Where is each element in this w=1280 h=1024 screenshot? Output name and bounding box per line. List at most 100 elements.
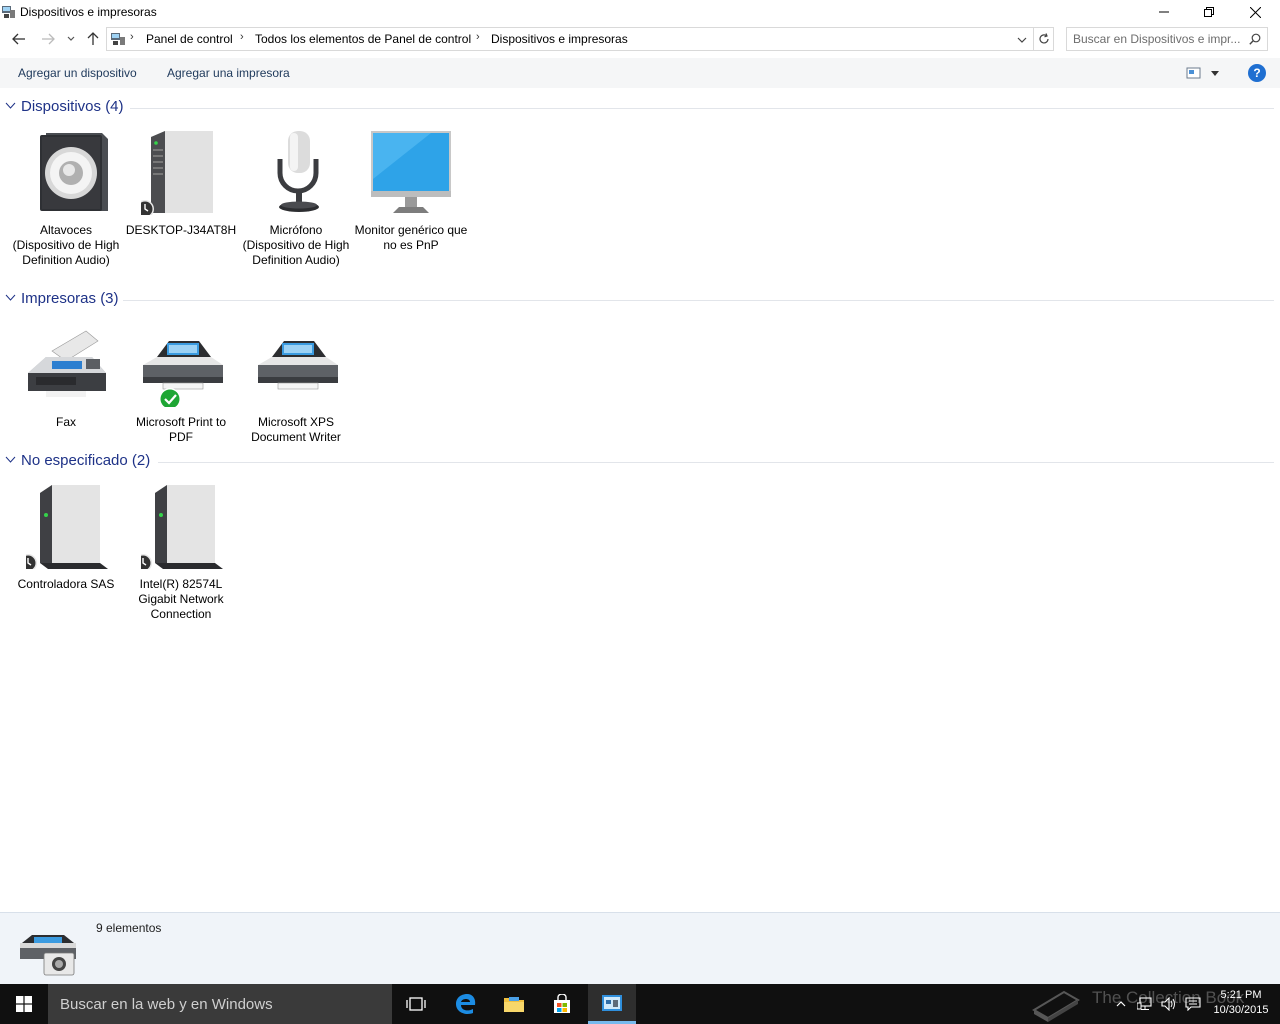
clock-time: 5:21 PM bbox=[1220, 989, 1262, 1001]
forward-button[interactable] bbox=[37, 28, 59, 50]
device-label: Monitor genérico que no es PnP bbox=[354, 223, 468, 252]
search-input[interactable] bbox=[1073, 31, 1243, 47]
notifications-icon bbox=[1185, 997, 1201, 1011]
control-panel-icon bbox=[602, 994, 622, 1011]
breadcrumb-separator[interactable]: › bbox=[130, 31, 134, 43]
add-printer-button[interactable]: Agregar una impresora bbox=[167, 66, 290, 80]
control-panel-location-icon bbox=[111, 33, 125, 45]
device-box-icon bbox=[26, 485, 108, 569]
group-title-impresoras: Impresoras (3) bbox=[21, 290, 119, 307]
fax-icon bbox=[28, 330, 106, 397]
task-view-icon bbox=[406, 997, 426, 1011]
taskbar-store-button[interactable] bbox=[538, 984, 586, 1024]
show-hidden-icons-button[interactable] bbox=[1112, 984, 1130, 1024]
breadcrumb-todos-los-elementos[interactable]: Todos los elementos de Panel de control bbox=[255, 32, 471, 46]
printer-label: Fax bbox=[55, 415, 76, 429]
device-label: DESKTOP-J34AT8H bbox=[125, 223, 237, 237]
close-icon bbox=[1249, 6, 1261, 18]
back-button[interactable] bbox=[8, 28, 30, 50]
refresh-button[interactable] bbox=[1034, 27, 1054, 51]
group-header-impresoras[interactable]: Impresoras (3) bbox=[0, 290, 1274, 310]
breadcrumb-separator[interactable]: › bbox=[240, 31, 244, 43]
network-tray-button[interactable] bbox=[1134, 984, 1156, 1024]
group-header-dispositivos[interactable]: Dispositivos (4) bbox=[0, 98, 1274, 118]
taskbar-search-box[interactable]: Buscar en la web y en Windows bbox=[48, 984, 392, 1024]
microphone-icon bbox=[277, 131, 319, 212]
navigation-bar: › Panel de control › Todos los elementos… bbox=[0, 26, 1280, 52]
details-pane: 9 elementos bbox=[0, 912, 1280, 984]
forward-arrow-icon bbox=[42, 33, 55, 45]
device-item-controladora-sas[interactable]: Controladora SAS bbox=[9, 483, 123, 595]
taskbar-clock[interactable]: 5:21 PM 10/30/2015 bbox=[1206, 988, 1276, 1018]
start-button[interactable] bbox=[0, 984, 48, 1024]
computer-tower-icon bbox=[141, 131, 213, 215]
network-icon bbox=[1137, 997, 1152, 1010]
printer-label: Microsoft XPS Document Writer bbox=[251, 415, 341, 444]
search-box[interactable] bbox=[1066, 27, 1268, 51]
speaker-icon bbox=[40, 133, 108, 211]
printer-item-xps-writer[interactable]: Microsoft XPS Document Writer bbox=[239, 321, 353, 447]
device-item-monitor[interactable]: Monitor genérico que no es PnP bbox=[354, 129, 468, 285]
chevron-down-icon bbox=[1211, 71, 1219, 76]
printer-item-print-to-pdf[interactable]: Microsoft Print to PDF bbox=[124, 321, 238, 447]
group-title-no-especificado: No especificado (2) bbox=[21, 452, 151, 469]
address-bar[interactable]: › Panel de control › Todos los elementos… bbox=[106, 27, 1034, 51]
minimize-button[interactable] bbox=[1141, 0, 1187, 24]
device-label: Micrófono (Dispositivo de High Definitio… bbox=[242, 223, 350, 267]
restore-icon bbox=[1204, 7, 1214, 17]
back-arrow-icon bbox=[12, 33, 25, 45]
device-box-icon bbox=[141, 485, 223, 569]
breadcrumb-panel-de-control[interactable]: Panel de control bbox=[146, 32, 233, 46]
devices-printers-app-icon bbox=[2, 6, 15, 18]
device-item-altavoces[interactable]: Altavoces (Dispositivo de High Definitio… bbox=[9, 129, 123, 285]
change-view-button[interactable] bbox=[1184, 65, 1224, 81]
help-icon: ? bbox=[1253, 66, 1261, 80]
group-divider bbox=[130, 108, 1274, 109]
edge-browser-icon bbox=[456, 994, 476, 1014]
search-icon[interactable] bbox=[1249, 33, 1261, 45]
window-title: Dispositivos e impresoras bbox=[20, 5, 157, 19]
collapse-chevron-icon[interactable] bbox=[5, 456, 16, 464]
taskbar-devices-printers-button[interactable] bbox=[588, 984, 636, 1024]
clock-date: 10/30/2015 bbox=[1213, 1004, 1269, 1016]
taskbar-edge-button[interactable] bbox=[442, 984, 490, 1024]
device-item-intel-network[interactable]: Intel(R) 82574L Gigabit Network Connecti… bbox=[124, 483, 238, 623]
view-options-icon bbox=[1186, 67, 1201, 79]
help-button[interactable]: ? bbox=[1248, 64, 1266, 82]
printer-icon bbox=[258, 341, 338, 390]
taskbar-search-text: Buscar en la web y en Windows bbox=[60, 996, 273, 1013]
printer-item-fax[interactable]: Fax bbox=[9, 321, 123, 433]
up-arrow-icon bbox=[87, 32, 99, 45]
taskbar-file-explorer-button[interactable] bbox=[490, 984, 538, 1024]
group-header-no-especificado[interactable]: No especificado (2) bbox=[0, 452, 1274, 472]
action-center-button[interactable] bbox=[1182, 984, 1204, 1024]
printer-label: Microsoft Print to PDF bbox=[135, 415, 227, 444]
refresh-icon bbox=[1038, 33, 1049, 44]
item-count: 9 elementos bbox=[96, 921, 162, 935]
collapse-chevron-icon[interactable] bbox=[5, 102, 16, 110]
address-history-chevron-icon[interactable] bbox=[1017, 37, 1027, 44]
group-title-dispositivos: Dispositivos (4) bbox=[21, 98, 124, 115]
device-label: Altavoces (Dispositivo de High Definitio… bbox=[12, 223, 120, 267]
store-icon bbox=[554, 994, 570, 1013]
add-device-button[interactable]: Agregar un dispositivo bbox=[18, 66, 137, 80]
device-item-microfono[interactable]: Micrófono (Dispositivo de High Definitio… bbox=[239, 129, 353, 285]
collapse-chevron-icon[interactable] bbox=[5, 294, 16, 302]
recent-locations-button[interactable] bbox=[62, 28, 80, 50]
devices-printers-window: Dispositivos e impresoras › Panel de con… bbox=[0, 0, 1280, 984]
close-button[interactable] bbox=[1232, 0, 1278, 24]
device-item-desktop[interactable]: DESKTOP-J34AT8H bbox=[124, 129, 238, 285]
taskbar: Buscar en la web y en Windows The Collec… bbox=[0, 984, 1280, 1024]
group-divider bbox=[123, 300, 1274, 301]
windows-logo-icon bbox=[16, 996, 32, 1012]
breadcrumb-dispositivos-e-impresoras[interactable]: Dispositivos e impresoras bbox=[491, 32, 628, 46]
breadcrumb-separator[interactable]: › bbox=[476, 31, 480, 43]
minimize-icon bbox=[1159, 11, 1169, 13]
up-button[interactable] bbox=[82, 28, 104, 50]
restore-button[interactable] bbox=[1186, 0, 1232, 24]
device-label: Controladora SAS bbox=[17, 577, 115, 591]
speaker-volume-icon bbox=[1161, 997, 1175, 1011]
volume-tray-button[interactable] bbox=[1158, 984, 1180, 1024]
task-view-button[interactable] bbox=[392, 984, 440, 1024]
book-logo-icon bbox=[1032, 990, 1080, 1022]
